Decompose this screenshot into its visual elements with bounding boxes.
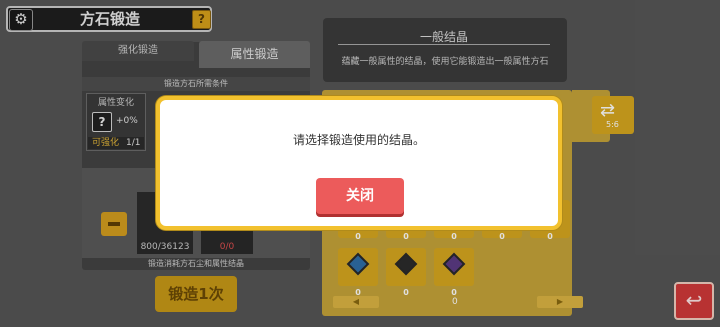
modal-message: 请选择锻造使用的结晶。: [292, 133, 425, 147]
close-button[interactable]: 关闭: [316, 178, 404, 214]
